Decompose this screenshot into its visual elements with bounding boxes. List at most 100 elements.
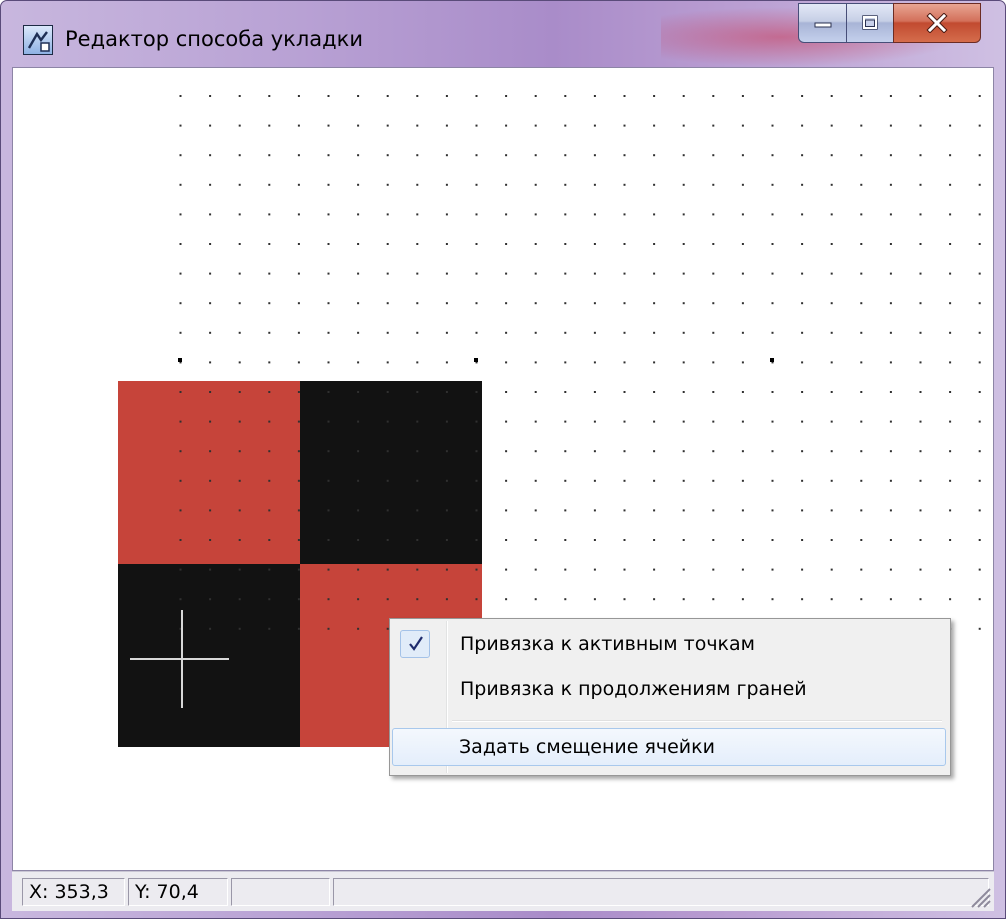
grid-dot xyxy=(978,361,981,364)
grid-dot xyxy=(801,272,804,275)
grid-dot xyxy=(801,95,804,97)
grid-dot xyxy=(593,568,596,571)
grid-dot xyxy=(978,598,981,601)
grid-dot xyxy=(860,154,863,157)
grid-dot xyxy=(623,302,626,305)
editor-window: Редактор способа укладки X: 353,3 Y: 70,… xyxy=(0,0,1006,919)
grid-dot xyxy=(830,95,833,97)
grid-dot xyxy=(889,95,892,97)
pattern-editor-icon[interactable] xyxy=(23,25,53,55)
grid-dot xyxy=(505,391,508,393)
active-point[interactable] xyxy=(474,358,478,362)
grid-dot xyxy=(949,479,952,482)
resize-grip-icon[interactable] xyxy=(966,883,992,909)
grid-dot xyxy=(416,243,419,245)
grid-dot xyxy=(445,213,448,216)
grid-dot xyxy=(386,420,389,423)
grid-dot xyxy=(209,124,212,127)
grid-dot xyxy=(860,243,863,245)
grid-dot xyxy=(682,95,685,97)
grid-dot xyxy=(978,450,981,453)
grid-dot xyxy=(209,272,212,275)
grid-dot xyxy=(682,243,685,245)
grid-dot xyxy=(564,479,567,482)
grid-dot xyxy=(771,272,774,275)
grid-dot xyxy=(653,213,656,216)
grid-dot xyxy=(741,391,744,393)
grid-dot xyxy=(593,243,596,245)
grid-dot xyxy=(297,391,300,393)
minimize-button[interactable] xyxy=(798,3,847,43)
grid-dot xyxy=(801,124,804,127)
grid-dot xyxy=(682,391,685,393)
grid-dot xyxy=(209,568,212,571)
grid-dot xyxy=(741,450,744,453)
menu-item-label: Привязка к активным точкам xyxy=(460,633,756,655)
grid-dot xyxy=(268,420,271,423)
tile-red-top-left[interactable] xyxy=(118,381,300,564)
grid-dot xyxy=(860,450,863,453)
grid-dot xyxy=(771,331,774,334)
close-button[interactable] xyxy=(893,3,981,43)
grid-dot xyxy=(386,302,389,305)
grid-dot xyxy=(653,95,656,97)
grid-dot xyxy=(416,213,419,216)
title-bar[interactable]: Редактор способа укладки xyxy=(1,1,1005,67)
grid-dot xyxy=(357,568,360,571)
active-point[interactable] xyxy=(770,358,774,362)
menu-item-snap-edge-extensions[interactable]: Привязка к продолжениям граней xyxy=(392,670,946,708)
grid-dot xyxy=(238,302,241,305)
active-point[interactable] xyxy=(178,358,182,362)
grid-dot xyxy=(949,243,952,245)
grid-dot xyxy=(416,183,419,186)
grid-dot xyxy=(919,183,922,186)
grid-dot xyxy=(416,124,419,127)
grid-dot xyxy=(386,154,389,157)
menu-item-snap-active-points[interactable]: Привязка к активным точкам xyxy=(392,625,946,663)
grid-dot xyxy=(889,391,892,393)
grid-dot xyxy=(830,568,833,571)
grid-dot xyxy=(889,539,892,541)
grid-dot xyxy=(327,627,330,630)
maximize-button[interactable] xyxy=(846,3,894,43)
grid-dot xyxy=(593,213,596,216)
grid-dot xyxy=(445,598,448,601)
grid-dot xyxy=(445,302,448,305)
grid-dot xyxy=(445,539,448,541)
grid-dot xyxy=(268,450,271,453)
grid-dot xyxy=(564,243,567,245)
grid-dot xyxy=(741,183,744,186)
grid-dot xyxy=(623,479,626,482)
grid-dot xyxy=(386,213,389,216)
grid-dot xyxy=(830,154,833,157)
grid-dot xyxy=(623,598,626,601)
grid-dot xyxy=(268,183,271,186)
tile-black-top-right[interactable] xyxy=(300,381,482,564)
grid-dot xyxy=(889,568,892,571)
grid-dot xyxy=(653,272,656,275)
menu-item-set-cell-offset[interactable]: Задать смещение ячейки xyxy=(392,728,946,766)
grid-dot xyxy=(801,420,804,423)
grid-dot xyxy=(238,154,241,157)
grid-dot xyxy=(978,154,981,157)
grid-dot xyxy=(623,243,626,245)
status-y-coordinate: Y: 70,4 xyxy=(128,878,228,906)
grid-dot xyxy=(771,450,774,453)
grid-dot xyxy=(712,331,715,334)
grid-dot xyxy=(712,361,715,364)
grid-dot xyxy=(534,302,537,305)
grid-dot xyxy=(357,331,360,334)
grid-dot xyxy=(860,509,863,512)
grid-dot xyxy=(741,361,744,364)
grid-dot xyxy=(179,154,182,157)
grid-dot xyxy=(564,302,567,305)
grid-dot xyxy=(297,95,300,97)
grid-dot xyxy=(179,95,182,97)
grid-dot xyxy=(653,568,656,571)
grid-dot xyxy=(801,331,804,334)
grid-dot xyxy=(445,154,448,157)
grid-dot xyxy=(416,568,419,571)
grid-dot xyxy=(949,95,952,97)
tile-black-bottom-left[interactable] xyxy=(118,564,300,747)
grid-dot xyxy=(682,154,685,157)
